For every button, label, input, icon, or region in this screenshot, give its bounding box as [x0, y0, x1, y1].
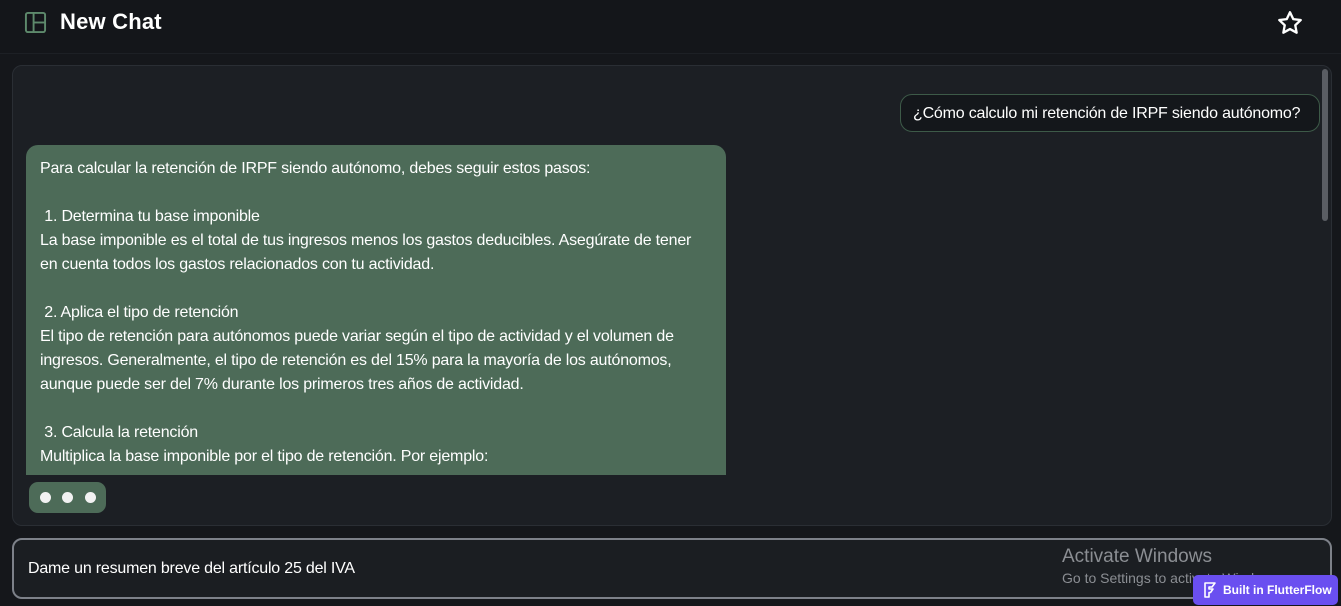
user-message-bubble: ¿Cómo calculo mi retención de IRPF siend…: [900, 94, 1320, 132]
chat-scrollbar[interactable]: [1322, 69, 1328, 221]
assistant-message-bubble: Para calcular la retención de IRPF siend…: [26, 145, 726, 475]
user-message-text: ¿Cómo calculo mi retención de IRPF siend…: [913, 105, 1301, 122]
assistant-message-text: Para calcular la retención de IRPF siend…: [40, 160, 692, 465]
typing-dot: [62, 492, 73, 503]
page-title: New Chat: [60, 9, 162, 34]
layout-sidebar-icon[interactable]: [24, 11, 47, 34]
chat-history-panel[interactable]: ¿Cómo calculo mi retención de IRPF siend…: [12, 65, 1332, 526]
activate-windows-title: Activate Windows: [1062, 546, 1212, 567]
message-input-value[interactable]: Dame un resumen breve del artículo 25 de…: [28, 560, 355, 578]
app-header: New Chat: [0, 0, 1341, 54]
typing-dot: [40, 492, 51, 503]
flutterflow-logo-icon: [1204, 582, 1216, 598]
typing-dot: [85, 492, 96, 503]
star-outline-icon[interactable]: [1276, 9, 1304, 37]
flutterflow-badge-label: Built in FlutterFlow: [1223, 583, 1332, 597]
flutterflow-badge[interactable]: Built in FlutterFlow: [1193, 575, 1338, 605]
typing-dots-icon: [29, 482, 106, 513]
